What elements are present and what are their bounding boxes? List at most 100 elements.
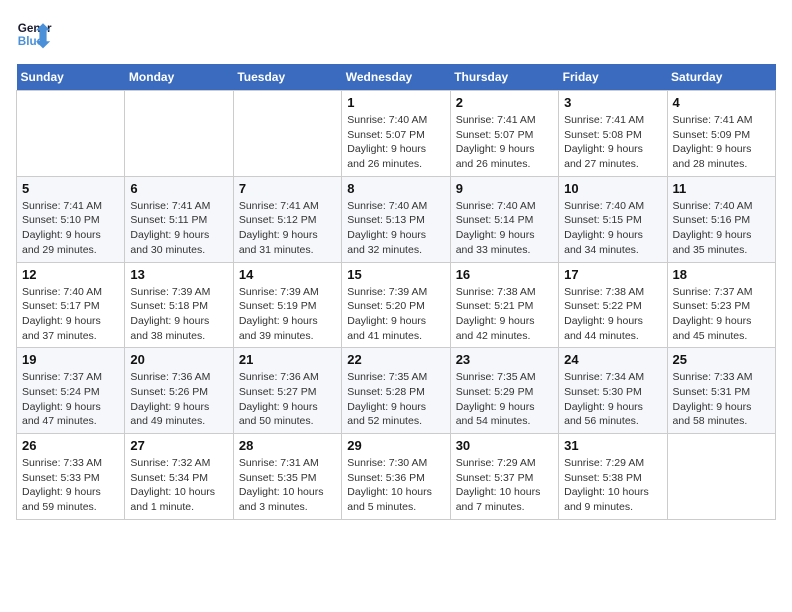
- day-number: 22: [347, 352, 444, 367]
- day-number: 13: [130, 267, 227, 282]
- day-number: 15: [347, 267, 444, 282]
- cell-info: Sunrise: 7:31 AM Sunset: 5:35 PM Dayligh…: [239, 456, 336, 515]
- cell-info: Sunrise: 7:30 AM Sunset: 5:36 PM Dayligh…: [347, 456, 444, 515]
- day-number: 30: [456, 438, 553, 453]
- calendar-cell: 29 Sunrise: 7:30 AM Sunset: 5:36 PM Dayli…: [342, 434, 450, 520]
- cell-info: Sunrise: 7:41 AM Sunset: 5:09 PM Dayligh…: [673, 113, 770, 172]
- calendar-cell: 3Sunrise: 7:41 AM Sunset: 5:08 PM Daylig…: [559, 91, 667, 177]
- calendar-cell: 27Sunrise: 7:32 AM Sunset: 5:34 PM Dayli…: [125, 434, 233, 520]
- cell-info: Sunrise: 7:39 AM Sunset: 5:20 PM Dayligh…: [347, 285, 444, 344]
- cell-info: Sunrise: 7:36 AM Sunset: 5:27 PM Dayligh…: [239, 370, 336, 429]
- cell-info: Sunrise: 7:35 AM Sunset: 5:28 PM Dayligh…: [347, 370, 444, 429]
- calendar-cell: 30 Sunrise: 7:29 AM Sunset: 5:37 PM Dayli…: [450, 434, 558, 520]
- calendar-cell: 20 Sunrise: 7:36 AM Sunset: 5:26 PM Dayli…: [125, 348, 233, 434]
- calendar-cell: 19 Sunrise: 7:37 AM Sunset: 5:24 PM Dayli…: [17, 348, 125, 434]
- calendar-cell: 18 Sunrise: 7:37 AM Sunset: 5:23 PM Dayli…: [667, 262, 775, 348]
- calendar-cell: 25 Sunrise: 7:33 AM Sunset: 5:31 PM Dayli…: [667, 348, 775, 434]
- calendar-cell: 24 Sunrise: 7:34 AM Sunset: 5:30 PM Dayli…: [559, 348, 667, 434]
- cell-info: Sunrise: 7:41 AM Sunset: 5:07 PM Dayligh…: [456, 113, 553, 172]
- day-number: 10: [564, 181, 661, 196]
- calendar-cell: [125, 91, 233, 177]
- cell-info: Sunrise: 7:34 AM Sunset: 5:30 PM Dayligh…: [564, 370, 661, 429]
- cell-info: Sunrise: 7:39 AM Sunset: 5:18 PM Dayligh…: [130, 285, 227, 344]
- calendar-cell: 1 Sunrise: 7:40 AM Sunset: 5:07 PM Daylig…: [342, 91, 450, 177]
- calendar-cell: 16 Sunrise: 7:38 AM Sunset: 5:21 PM Dayli…: [450, 262, 558, 348]
- day-number: 17: [564, 267, 661, 282]
- day-number: 20: [130, 352, 227, 367]
- day-number: 1: [347, 95, 444, 110]
- day-number: 3: [564, 95, 661, 110]
- calendar-cell: [17, 91, 125, 177]
- day-number: 2: [456, 95, 553, 110]
- day-number: 6: [130, 181, 227, 196]
- calendar-cell: 26 Sunrise: 7:33 AM Sunset: 5:33 PM Dayli…: [17, 434, 125, 520]
- day-number: 9: [456, 181, 553, 196]
- calendar-cell: 11 Sunrise: 7:40 AM Sunset: 5:16 PM Dayli…: [667, 176, 775, 262]
- calendar-cell: 14 Sunrise: 7:39 AM Sunset: 5:19 PM Dayli…: [233, 262, 341, 348]
- day-number: 31: [564, 438, 661, 453]
- day-number: 5: [22, 181, 119, 196]
- cell-info: Sunrise: 7:40 AM Sunset: 5:07 PM Dayligh…: [347, 113, 444, 172]
- calendar-cell: 6 Sunrise: 7:41 AM Sunset: 5:11 PM Daylig…: [125, 176, 233, 262]
- logo: General Blue: [16, 16, 52, 52]
- cell-info: Sunrise: 7:40 AM Sunset: 5:15 PM Dayligh…: [564, 199, 661, 258]
- calendar-cell: 4 Sunrise: 7:41 AM Sunset: 5:09 PM Daylig…: [667, 91, 775, 177]
- weekday-header: Saturday: [667, 64, 775, 91]
- calendar-cell: 5 Sunrise: 7:41 AM Sunset: 5:10 PM Daylig…: [17, 176, 125, 262]
- cell-info: Sunrise: 7:41 AM Sunset: 5:11 PM Dayligh…: [130, 199, 227, 258]
- day-number: 18: [673, 267, 770, 282]
- calendar-cell: 31 Sunrise: 7:29 AM Sunset: 5:38 PM Dayli…: [559, 434, 667, 520]
- weekday-header: Tuesday: [233, 64, 341, 91]
- calendar-cell: 17 Sunrise: 7:38 AM Sunset: 5:22 PM Dayli…: [559, 262, 667, 348]
- cell-info: Sunrise: 7:40 AM Sunset: 5:17 PM Dayligh…: [22, 285, 119, 344]
- calendar-cell: 22 Sunrise: 7:35 AM Sunset: 5:28 PM Dayli…: [342, 348, 450, 434]
- day-number: 27: [130, 438, 227, 453]
- calendar-cell: 2 Sunrise: 7:41 AM Sunset: 5:07 PM Daylig…: [450, 91, 558, 177]
- calendar-cell: 7Sunrise: 7:41 AM Sunset: 5:12 PM Daylig…: [233, 176, 341, 262]
- calendar-cell: 12 Sunrise: 7:40 AM Sunset: 5:17 PM Dayli…: [17, 262, 125, 348]
- day-number: 16: [456, 267, 553, 282]
- weekday-header: Thursday: [450, 64, 558, 91]
- calendar-cell: 15 Sunrise: 7:39 AM Sunset: 5:20 PM Dayli…: [342, 262, 450, 348]
- cell-info: Sunrise: 7:41 AM Sunset: 5:10 PM Dayligh…: [22, 199, 119, 258]
- calendar-cell: [233, 91, 341, 177]
- cell-info: Sunrise: 7:38 AM Sunset: 5:22 PM Dayligh…: [564, 285, 661, 344]
- day-number: 19: [22, 352, 119, 367]
- weekday-header: Monday: [125, 64, 233, 91]
- day-number: 8: [347, 181, 444, 196]
- day-number: 21: [239, 352, 336, 367]
- cell-info: Sunrise: 7:40 AM Sunset: 5:14 PM Dayligh…: [456, 199, 553, 258]
- cell-info: Sunrise: 7:40 AM Sunset: 5:13 PM Dayligh…: [347, 199, 444, 258]
- cell-info: Sunrise: 7:33 AM Sunset: 5:33 PM Dayligh…: [22, 456, 119, 515]
- weekday-header: Friday: [559, 64, 667, 91]
- day-number: 23: [456, 352, 553, 367]
- day-number: 11: [673, 181, 770, 196]
- cell-info: Sunrise: 7:29 AM Sunset: 5:37 PM Dayligh…: [456, 456, 553, 515]
- cell-info: Sunrise: 7:41 AM Sunset: 5:12 PM Dayligh…: [239, 199, 336, 258]
- cell-info: Sunrise: 7:33 AM Sunset: 5:31 PM Dayligh…: [673, 370, 770, 429]
- header: General Blue: [16, 16, 776, 52]
- cell-info: Sunrise: 7:39 AM Sunset: 5:19 PM Dayligh…: [239, 285, 336, 344]
- day-number: 26: [22, 438, 119, 453]
- cell-info: Sunrise: 7:37 AM Sunset: 5:24 PM Dayligh…: [22, 370, 119, 429]
- day-number: 28: [239, 438, 336, 453]
- day-number: 25: [673, 352, 770, 367]
- calendar-cell: 21 Sunrise: 7:36 AM Sunset: 5:27 PM Dayli…: [233, 348, 341, 434]
- cell-info: Sunrise: 7:38 AM Sunset: 5:21 PM Dayligh…: [456, 285, 553, 344]
- day-number: 29: [347, 438, 444, 453]
- cell-info: Sunrise: 7:29 AM Sunset: 5:38 PM Dayligh…: [564, 456, 661, 515]
- calendar-cell: [667, 434, 775, 520]
- calendar-cell: 9 Sunrise: 7:40 AM Sunset: 5:14 PM Daylig…: [450, 176, 558, 262]
- cell-info: Sunrise: 7:37 AM Sunset: 5:23 PM Dayligh…: [673, 285, 770, 344]
- day-number: 4: [673, 95, 770, 110]
- calendar-table: SundayMondayTuesdayWednesdayThursdayFrid…: [16, 64, 776, 520]
- calendar-cell: 10 Sunrise: 7:40 AM Sunset: 5:15 PM Dayli…: [559, 176, 667, 262]
- day-number: 12: [22, 267, 119, 282]
- weekday-header: Sunday: [17, 64, 125, 91]
- cell-info: Sunrise: 7:40 AM Sunset: 5:16 PM Dayligh…: [673, 199, 770, 258]
- cell-info: Sunrise: 7:36 AM Sunset: 5:26 PM Dayligh…: [130, 370, 227, 429]
- cell-info: Sunrise: 7:35 AM Sunset: 5:29 PM Dayligh…: [456, 370, 553, 429]
- day-number: 24: [564, 352, 661, 367]
- calendar-cell: 8 Sunrise: 7:40 AM Sunset: 5:13 PM Daylig…: [342, 176, 450, 262]
- day-number: 14: [239, 267, 336, 282]
